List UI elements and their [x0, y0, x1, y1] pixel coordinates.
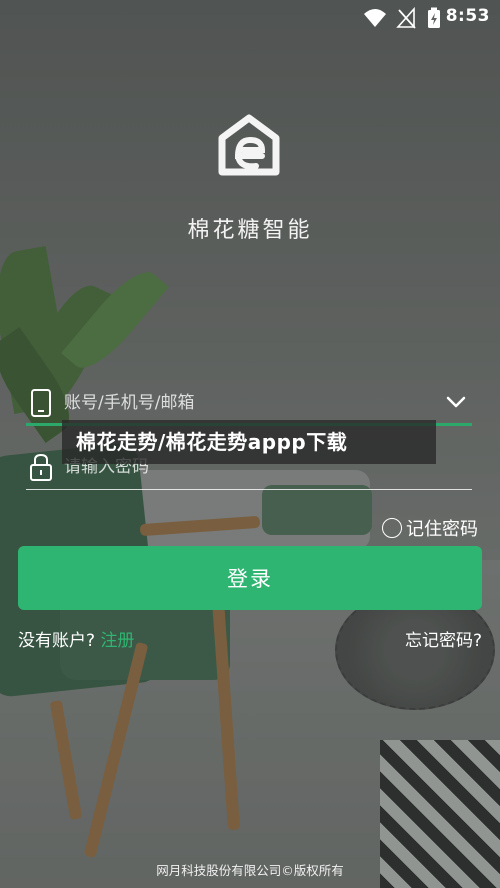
no-account-label: 没有账户? [18, 631, 96, 651]
remember-password-label: 记住密码 [406, 519, 478, 540]
overlay-banner: 棉花走势/棉花走势appp下载 [62, 420, 436, 464]
forgot-password-link[interactable]: 忘记密码? [405, 626, 482, 651]
app-logo-icon [218, 114, 280, 176]
no-signal-icon [396, 7, 416, 29]
account-input[interactable] [64, 386, 424, 420]
remember-password-toggle[interactable]: 记住密码 [382, 514, 478, 542]
wifi-icon [364, 9, 386, 27]
status-time: 8:53 [445, 6, 490, 26]
register-link[interactable]: 注册 [100, 631, 134, 651]
no-account-row: 没有账户? 注册 [18, 626, 134, 651]
overlay-banner-text: 棉花走势/棉花走势appp下载 [76, 430, 348, 454]
login-button[interactable]: 登录 [18, 546, 482, 610]
app-name: 棉花糖智能 [187, 218, 313, 243]
lock-icon [30, 453, 52, 481]
copyright-text: 网月科技股份有限公司©版权所有 [156, 863, 344, 878]
remember-radio[interactable] [382, 518, 402, 538]
status-bar: 8:53 [0, 0, 500, 36]
chevron-down-icon[interactable] [444, 390, 468, 414]
battery-charging-icon [428, 7, 440, 28]
phone-icon [31, 389, 51, 417]
